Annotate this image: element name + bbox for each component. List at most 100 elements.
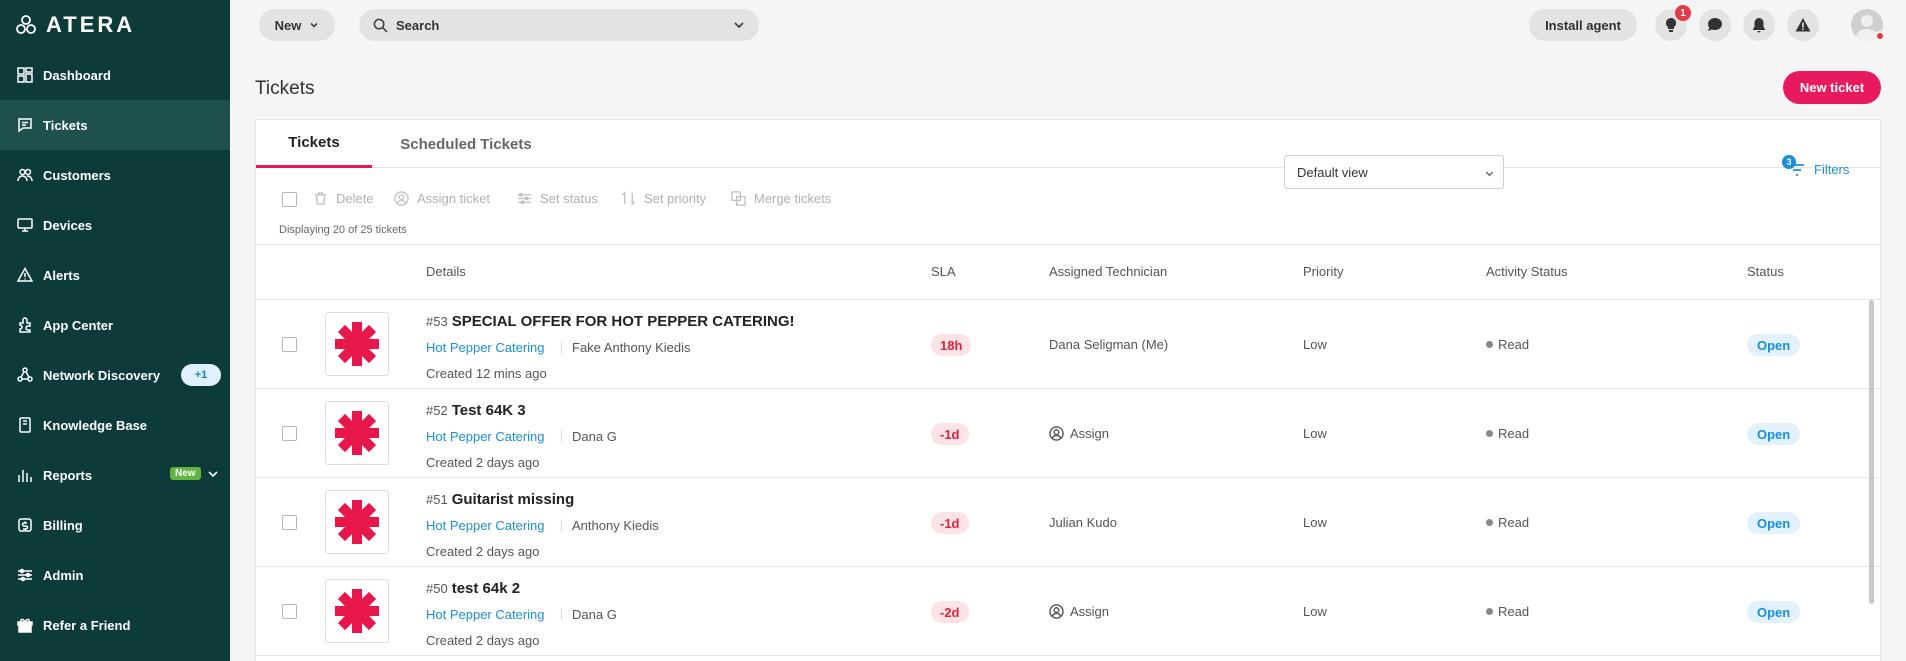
chat-button[interactable] (1699, 9, 1731, 41)
sidebar-item-knowledge-base[interactable]: Knowledge Base (0, 400, 230, 450)
priority: Low (1303, 426, 1327, 441)
filter-count: 3 (1782, 155, 1796, 169)
table-row[interactable]: #52 Test 64K 3 Hot Pepper Catering Dana G… (256, 389, 1880, 478)
ticket-heading[interactable]: #50 test 64k 2 (426, 580, 520, 597)
row-checkbox[interactable] (282, 337, 297, 352)
logo-text: ATERA (46, 12, 136, 37)
table-row[interactable]: #51 Guitarist missing Hot Pepper Catering… (256, 478, 1880, 567)
dashboard-icon (16, 66, 34, 84)
status-badge[interactable]: Open (1747, 334, 1801, 356)
status-badge[interactable]: Open (1747, 423, 1801, 445)
assigned-technician[interactable]: Julian Kudo (1049, 515, 1117, 530)
assign-technician-button[interactable]: Assign (1049, 426, 1109, 441)
sidebar-item-billing[interactable]: Billing (0, 500, 230, 550)
ticket-title[interactable]: test 64k 2 (452, 580, 520, 597)
delete-button[interactable]: Delete (313, 183, 374, 213)
sidebar-item-refer-a-friend[interactable]: Refer a Friend (0, 600, 230, 650)
ticket-title[interactable]: Test 64K 3 (452, 402, 526, 419)
alerts-button[interactable] (1787, 9, 1819, 41)
notifications-button[interactable] (1743, 9, 1775, 41)
scrollbar[interactable] (1869, 300, 1874, 604)
tab-tickets[interactable]: Tickets (256, 120, 372, 168)
contact-name: Dana G (572, 429, 617, 444)
assign-ticket-label: Assign ticket (417, 190, 490, 206)
column-header-priority[interactable]: Priority (1303, 264, 1343, 279)
set-status-button[interactable]: Set status (517, 183, 598, 213)
activity-label: Read (1498, 337, 1530, 352)
select-all-checkbox[interactable] (282, 192, 297, 207)
sidebar-item-network-discovery[interactable]: Network Discovery +1 (0, 350, 230, 400)
assigned-technician[interactable]: Dana Seligman (Me) (1049, 337, 1168, 352)
column-header-sla[interactable]: SLA (931, 264, 956, 279)
divider (561, 341, 562, 354)
row-checkbox[interactable] (282, 604, 297, 619)
sidebar-item-alerts[interactable]: Alerts (0, 250, 230, 300)
chevron-down-icon (310, 22, 318, 28)
warning-icon (1795, 18, 1811, 32)
sidebar-item-reports[interactable]: Reports New (0, 450, 230, 500)
user-circle-icon (1049, 426, 1064, 441)
assign-ticket-button[interactable]: Assign ticket (394, 183, 490, 213)
sidebar-item-app-center[interactable]: App Center (0, 300, 230, 350)
sidebar-item-devices[interactable]: Devices (0, 200, 230, 250)
sidebar-item-customers[interactable]: Customers (0, 150, 230, 200)
reports-icon (16, 466, 34, 484)
chevron-down-icon[interactable] (207, 468, 219, 483)
table-row[interactable]: #53 SPECIAL OFFER FOR HOT PEPPER CATERING… (256, 300, 1880, 389)
ticket-number: #53 (426, 314, 448, 329)
created-time: Created 2 days ago (426, 544, 540, 559)
new-button[interactable]: New (259, 9, 335, 41)
row-checkbox[interactable] (282, 515, 297, 530)
sidebar-item-admin[interactable]: Admin (0, 550, 230, 600)
customer-logo (325, 579, 389, 643)
search-icon (373, 18, 388, 33)
ticket-title[interactable]: Guitarist missing (452, 491, 575, 508)
tips-button[interactable]: 1 (1655, 5, 1691, 41)
column-header-status[interactable]: Status (1747, 264, 1784, 279)
status-badge[interactable]: Open (1747, 512, 1801, 534)
merge-tickets-label: Merge tickets (754, 190, 832, 206)
ticket-heading[interactable]: #53 SPECIAL OFFER FOR HOT PEPPER CATERING… (426, 313, 795, 330)
chevron-down-icon[interactable] (733, 19, 745, 31)
sidebar-item-tickets[interactable]: Tickets (0, 100, 230, 150)
ticket-number: #50 (426, 581, 448, 596)
column-header-activity-status[interactable]: Activity Status (1486, 264, 1568, 279)
ticket-title[interactable]: SPECIAL OFFER FOR HOT PEPPER CATERING! (452, 313, 795, 330)
sidebar-item-label: Dashboard (43, 67, 111, 83)
sidebar-item-dashboard[interactable]: Dashboard (0, 50, 230, 100)
created-time: Created 12 mins ago (426, 366, 547, 381)
network-discovery-icon (16, 366, 34, 384)
status-badge[interactable]: Open (1747, 601, 1801, 623)
new-ticket-button[interactable]: New ticket (1783, 71, 1881, 104)
row-checkbox[interactable] (282, 426, 297, 441)
column-header-details[interactable]: Details (426, 264, 466, 279)
table-row[interactable]: #50 test 64k 2 Hot Pepper Catering Dana G… (256, 567, 1880, 656)
logo[interactable]: ATERA (0, 0, 230, 50)
search-input[interactable]: Search (359, 9, 759, 41)
set-priority-button[interactable]: Set priority (621, 183, 706, 213)
created-time: Created 2 days ago (426, 633, 540, 648)
customer-logo (325, 401, 389, 465)
customer-link[interactable]: Hot Pepper Catering (426, 340, 545, 355)
displaying-count: Displaying 20 of 25 tickets (279, 224, 407, 236)
sliders-icon (517, 192, 532, 204)
install-agent-button[interactable]: Install agent (1529, 9, 1637, 41)
merge-tickets-button[interactable]: Merge tickets (731, 183, 831, 213)
customer-link[interactable]: Hot Pepper Catering (426, 518, 545, 533)
contact-name: Fake Anthony Kiedis (572, 340, 691, 355)
ticket-number: #51 (426, 492, 448, 507)
customer-link[interactable]: Hot Pepper Catering (426, 429, 545, 444)
ticket-heading[interactable]: #52 Test 64K 3 (426, 402, 526, 419)
sidebar-item-label: Network Discovery (43, 367, 161, 383)
filters-button[interactable]: 3 Filters (1782, 155, 1849, 179)
assign-technician-button[interactable]: Assign (1049, 604, 1109, 619)
view-select[interactable]: Default view (1284, 155, 1504, 189)
customer-link[interactable]: Hot Pepper Catering (426, 607, 545, 622)
activity-status: Read (1486, 426, 1529, 441)
alerts-icon (16, 266, 34, 284)
ticket-heading[interactable]: #51 Guitarist missing (426, 491, 574, 508)
tab-scheduled-tickets[interactable]: Scheduled Tickets (386, 120, 546, 168)
created-time: Created 2 days ago (426, 455, 540, 470)
column-header-assigned-technician[interactable]: Assigned Technician (1049, 264, 1167, 279)
activity-dot (1486, 430, 1493, 437)
